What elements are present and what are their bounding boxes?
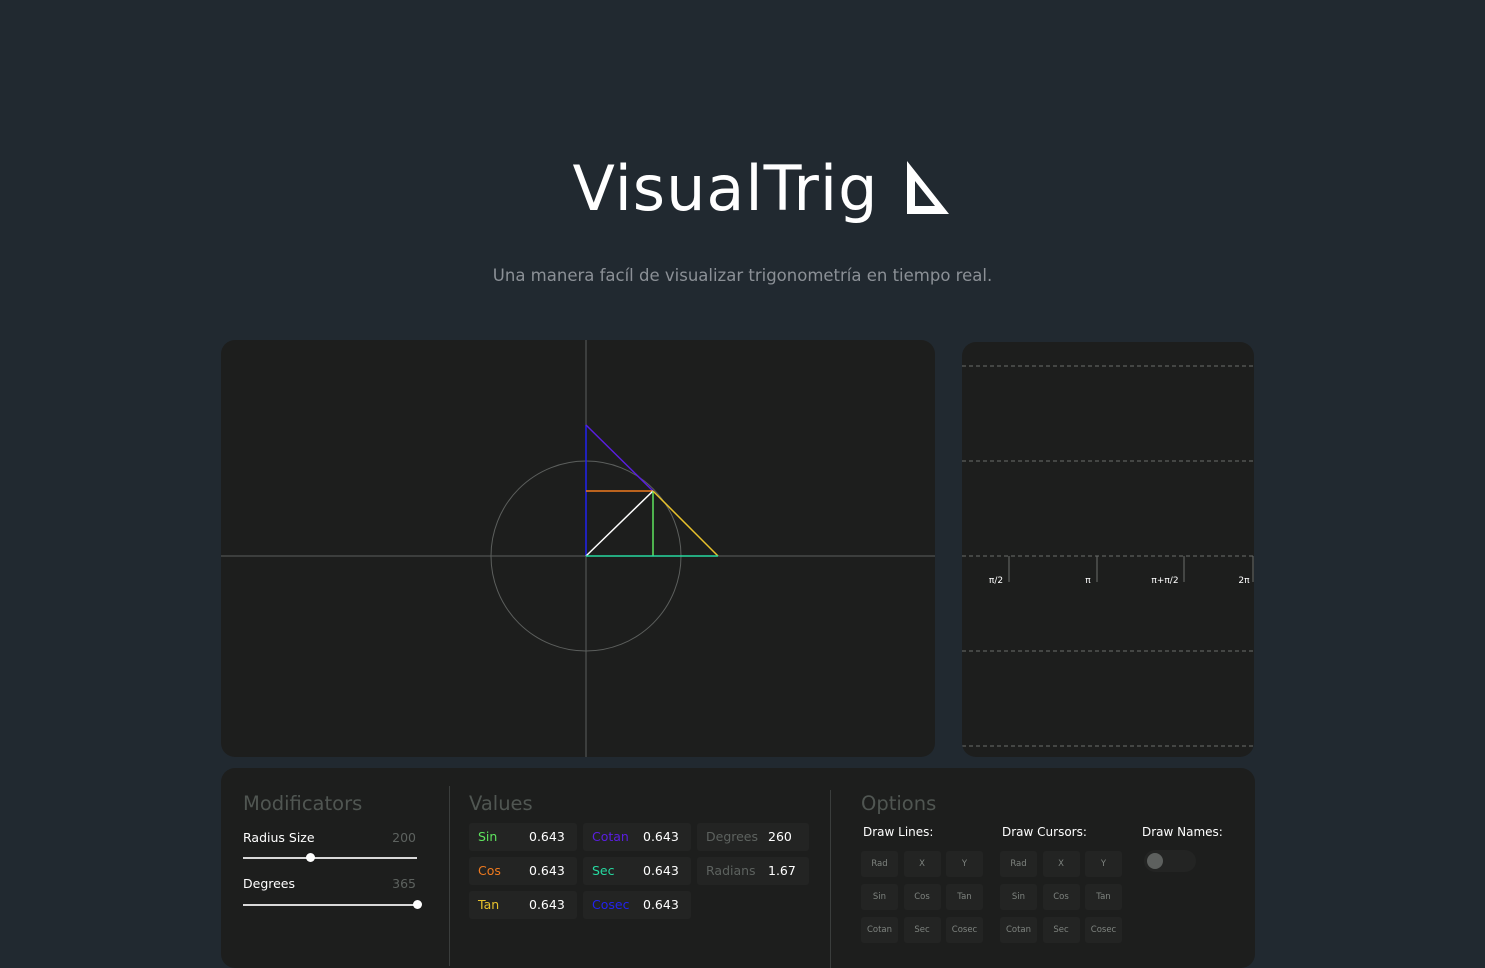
tick-label: π bbox=[1085, 576, 1091, 586]
degrees-readout-value: 260 bbox=[768, 829, 792, 844]
draw-lines-label: Draw Lines: bbox=[863, 825, 934, 839]
values-title: Values bbox=[469, 792, 533, 815]
draw-cursor-y-button[interactable]: Y bbox=[1085, 851, 1122, 877]
draw-line-sin-button[interactable]: Sin bbox=[861, 884, 898, 910]
draw-cursor-sin-button[interactable]: Sin bbox=[1000, 884, 1037, 910]
sin-value: 0.643 bbox=[529, 829, 565, 844]
section-divider bbox=[830, 790, 831, 968]
draw-cursor-tan-button[interactable]: Tan bbox=[1085, 884, 1122, 910]
wave-graph: π/2 π π+π/2 2π bbox=[962, 342, 1254, 757]
draw-cursor-cotan-button[interactable]: Cotan bbox=[1000, 917, 1037, 943]
control-panel: Modificators Radius Size 200 Degrees 365… bbox=[221, 768, 1255, 968]
toggle-knob bbox=[1147, 853, 1163, 869]
degrees-readout-label: Degrees bbox=[706, 829, 759, 844]
sec-label: Sec bbox=[592, 863, 615, 878]
tick-label: π+π/2 bbox=[1151, 576, 1178, 586]
radius-size-label: Radius Size bbox=[243, 830, 315, 845]
draw-line-cosec-button[interactable]: Cosec bbox=[946, 917, 983, 943]
sec-value: 0.643 bbox=[643, 863, 679, 878]
section-divider bbox=[449, 786, 450, 966]
draw-line-cos-button[interactable]: Cos bbox=[903, 884, 941, 910]
unit-circle-canvas[interactable] bbox=[221, 340, 935, 757]
degrees-value: 365 bbox=[392, 876, 416, 891]
cotan-label: Cotan bbox=[592, 829, 629, 844]
sec-value-cell: Sec 0.643 bbox=[583, 857, 691, 885]
header: VisualTrig bbox=[0, 148, 1485, 228]
draw-cursor-cos-button[interactable]: Cos bbox=[1042, 884, 1080, 910]
draw-cursor-cosec-button[interactable]: Cosec bbox=[1085, 917, 1122, 943]
tan-label: Tan bbox=[478, 897, 500, 912]
page-title: VisualTrig bbox=[572, 151, 879, 225]
degrees-slider-thumb[interactable] bbox=[412, 900, 422, 909]
cotan-line bbox=[585, 424, 654, 492]
options-title: Options bbox=[861, 792, 937, 815]
cosec-value-cell: Cosec 0.643 bbox=[583, 891, 691, 919]
draw-line-sec-button[interactable]: Sec bbox=[903, 917, 941, 943]
tan-line bbox=[652, 490, 719, 557]
modificators-title: Modificators bbox=[243, 792, 363, 815]
page-subtitle: Una manera facíl de visualizar trigonome… bbox=[492, 266, 993, 285]
cosec-value: 0.643 bbox=[643, 897, 679, 912]
radians-readout-label: Radians bbox=[706, 863, 756, 878]
draw-cursor-sec-button[interactable]: Sec bbox=[1042, 917, 1080, 943]
radius-size-slider[interactable] bbox=[243, 857, 417, 859]
radians-value-cell: Radians 1.67 bbox=[697, 857, 809, 885]
draw-cursor-rad-button[interactable]: Rad bbox=[1000, 851, 1037, 877]
radians-readout-value: 1.67 bbox=[768, 863, 796, 878]
draw-names-label: Draw Names: bbox=[1142, 825, 1223, 839]
degrees-slider[interactable] bbox=[243, 904, 417, 906]
draw-line-tan-button[interactable]: Tan bbox=[946, 884, 983, 910]
draw-names-toggle[interactable] bbox=[1144, 850, 1196, 872]
degrees-value-cell: Degrees 260 bbox=[697, 823, 809, 851]
cos-value-cell: Cos 0.643 bbox=[469, 857, 577, 885]
tick-label: 2π bbox=[1238, 576, 1250, 586]
radius-size-value: 200 bbox=[392, 830, 416, 845]
cotan-value: 0.643 bbox=[643, 829, 679, 844]
draw-line-x-button[interactable]: X bbox=[903, 851, 941, 877]
radius-size-slider-thumb[interactable] bbox=[306, 853, 316, 862]
tan-value: 0.643 bbox=[529, 897, 565, 912]
draw-line-cotan-button[interactable]: Cotan bbox=[861, 917, 898, 943]
degrees-label: Degrees bbox=[243, 876, 296, 891]
draw-cursors-label: Draw Cursors: bbox=[1002, 825, 1087, 839]
cotan-value-cell: Cotan 0.643 bbox=[583, 823, 691, 851]
cosec-label: Cosec bbox=[592, 897, 630, 912]
radius-line bbox=[585, 490, 654, 557]
draw-cursor-x-button[interactable]: X bbox=[1042, 851, 1080, 877]
tan-value-cell: Tan 0.643 bbox=[469, 891, 577, 919]
cos-label: Cos bbox=[478, 863, 501, 878]
draw-line-rad-button[interactable]: Rad bbox=[861, 851, 898, 877]
tick-label: π/2 bbox=[989, 576, 1003, 586]
sin-label: Sin bbox=[478, 829, 498, 844]
sin-value-cell: Sin 0.643 bbox=[469, 823, 577, 851]
cos-value: 0.643 bbox=[529, 863, 565, 878]
set-square-icon bbox=[904, 159, 952, 217]
draw-line-y-button[interactable]: Y bbox=[946, 851, 983, 877]
